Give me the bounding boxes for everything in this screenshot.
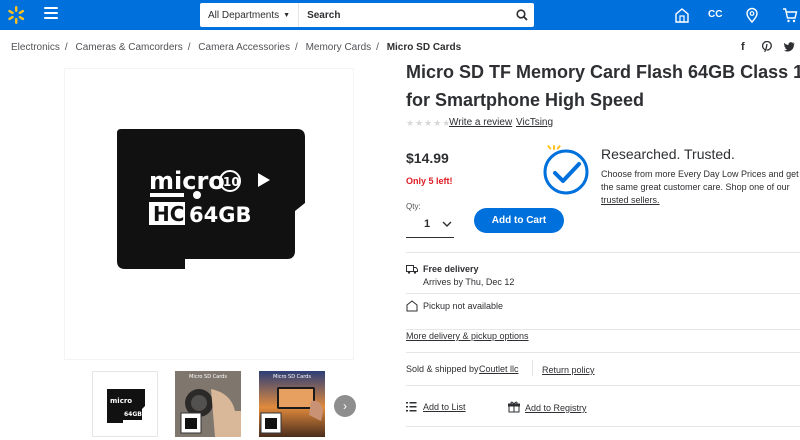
trusted-sellers-link[interactable]: trusted sellers. <box>601 195 660 205</box>
divider <box>406 426 800 427</box>
microsd-card-image: micro HC 64GB 10 <box>117 129 305 269</box>
departments-label: All Departments <box>208 9 280 21</box>
cc-icon[interactable]: CC <box>708 9 722 20</box>
thumbnail-2[interactable]: Micro SD Cards <box>175 371 241 437</box>
rating-stars-icon[interactable]: ★★★★★ <box>406 118 451 129</box>
card-micro-text: micro <box>149 167 225 195</box>
card-class-text: 10 <box>223 175 240 189</box>
thumb2-label: Micro SD Cards <box>189 374 227 380</box>
chevron-down-icon <box>442 221 452 227</box>
divider <box>406 352 800 353</box>
quantity-value: 1 <box>424 217 431 230</box>
add-to-cart-button[interactable]: Add to Cart <box>474 208 564 233</box>
brand-link[interactable]: VicTsing <box>516 117 553 128</box>
facebook-icon[interactable]: f <box>741 41 745 53</box>
cart-icon[interactable] <box>782 7 798 23</box>
return-policy-link[interactable]: Return policy <box>542 365 595 375</box>
trust-title: Researched. Trusted. <box>601 146 735 162</box>
pickup-status: Pickup not available <box>423 301 504 311</box>
breadcrumb: Electronics / Cameras & Camcorders / Camer… <box>11 42 462 53</box>
card-capacity-text: 64GB <box>189 203 251 227</box>
top-header: All Departments ▼ CC <box>0 0 800 30</box>
departments-dropdown[interactable]: All Departments ▼ <box>200 3 300 27</box>
breadcrumb-cameras[interactable]: Cameras & Camcorders <box>75 42 182 53</box>
quantity-select[interactable]: 1 <box>406 210 454 238</box>
thumbnail-1[interactable]: micro 64GB <box>92 371 158 437</box>
breadcrumb-camera-accessories[interactable]: Camera Accessories <box>198 42 290 53</box>
list-icon <box>406 402 417 412</box>
search-icon[interactable] <box>510 3 534 27</box>
stock-notice: Only 5 left! <box>406 176 453 186</box>
store-pickup-icon <box>406 300 418 312</box>
card-hc-text: HC <box>153 202 184 226</box>
divider <box>532 360 533 376</box>
add-to-registry-link[interactable]: Add to Registry <box>525 403 587 413</box>
chevron-right-icon: › <box>343 399 347 413</box>
svg-text:64GB: 64GB <box>124 411 142 418</box>
pinterest-icon[interactable] <box>762 41 772 52</box>
search-bar: All Departments ▼ <box>200 3 534 27</box>
delivery-truck-icon <box>406 265 418 274</box>
trust-description: Choose from more Every Day Low Prices an… <box>601 169 799 205</box>
svg-text:micro: micro <box>110 397 132 405</box>
more-delivery-options-link[interactable]: More delivery & pickup options <box>406 331 529 341</box>
walmart-spark-icon[interactable] <box>6 5 26 25</box>
breadcrumb-electronics[interactable]: Electronics <box>11 42 60 53</box>
divider <box>406 293 800 294</box>
hamburger-menu-icon[interactable] <box>44 7 58 21</box>
fulfillment-panel: Free delivery Arrives by Thu, Dec 12 Pic… <box>406 252 800 330</box>
sold-by-label: Sold & shipped by <box>406 364 479 374</box>
trusted-checkmark-badge-icon <box>543 145 589 195</box>
delivery-date: Arrives by Thu, Dec 12 <box>423 277 515 287</box>
twitter-icon[interactable] <box>784 42 795 52</box>
thumbnail-3[interactable]: Micro SD Cards <box>259 371 325 437</box>
search-input[interactable] <box>299 9 510 21</box>
store-icon[interactable] <box>674 7 690 23</box>
camera-scene-image: Micro SD Cards <box>175 371 241 437</box>
smartphone-scene-image: Micro SD Cards <box>259 371 325 437</box>
seller-link[interactable]: Coutlet llc <box>479 364 519 374</box>
breadcrumb-current: Micro SD Cards <box>386 42 462 53</box>
caret-down-icon: ▼ <box>283 11 291 19</box>
breadcrumb-memory-cards[interactable]: Memory Cards <box>306 42 372 53</box>
microsd-card-thumb-icon: micro 64GB <box>93 372 157 436</box>
location-pin-icon[interactable] <box>744 7 760 23</box>
add-to-list-link[interactable]: Add to List <box>423 402 466 412</box>
product-price: $14.99 <box>406 150 449 166</box>
thumbnail-next-button[interactable]: › <box>334 395 356 417</box>
product-main-image[interactable]: micro HC 64GB 10 <box>64 68 354 360</box>
write-review-link[interactable]: Write a review <box>449 117 512 128</box>
thumb3-label: Micro SD Cards <box>273 374 311 380</box>
delivery-title: Free delivery <box>423 264 479 274</box>
product-title: Micro SD TF Memory Card Flash 64GB Class… <box>406 62 800 110</box>
gift-registry-icon <box>508 401 520 413</box>
divider <box>406 385 800 386</box>
